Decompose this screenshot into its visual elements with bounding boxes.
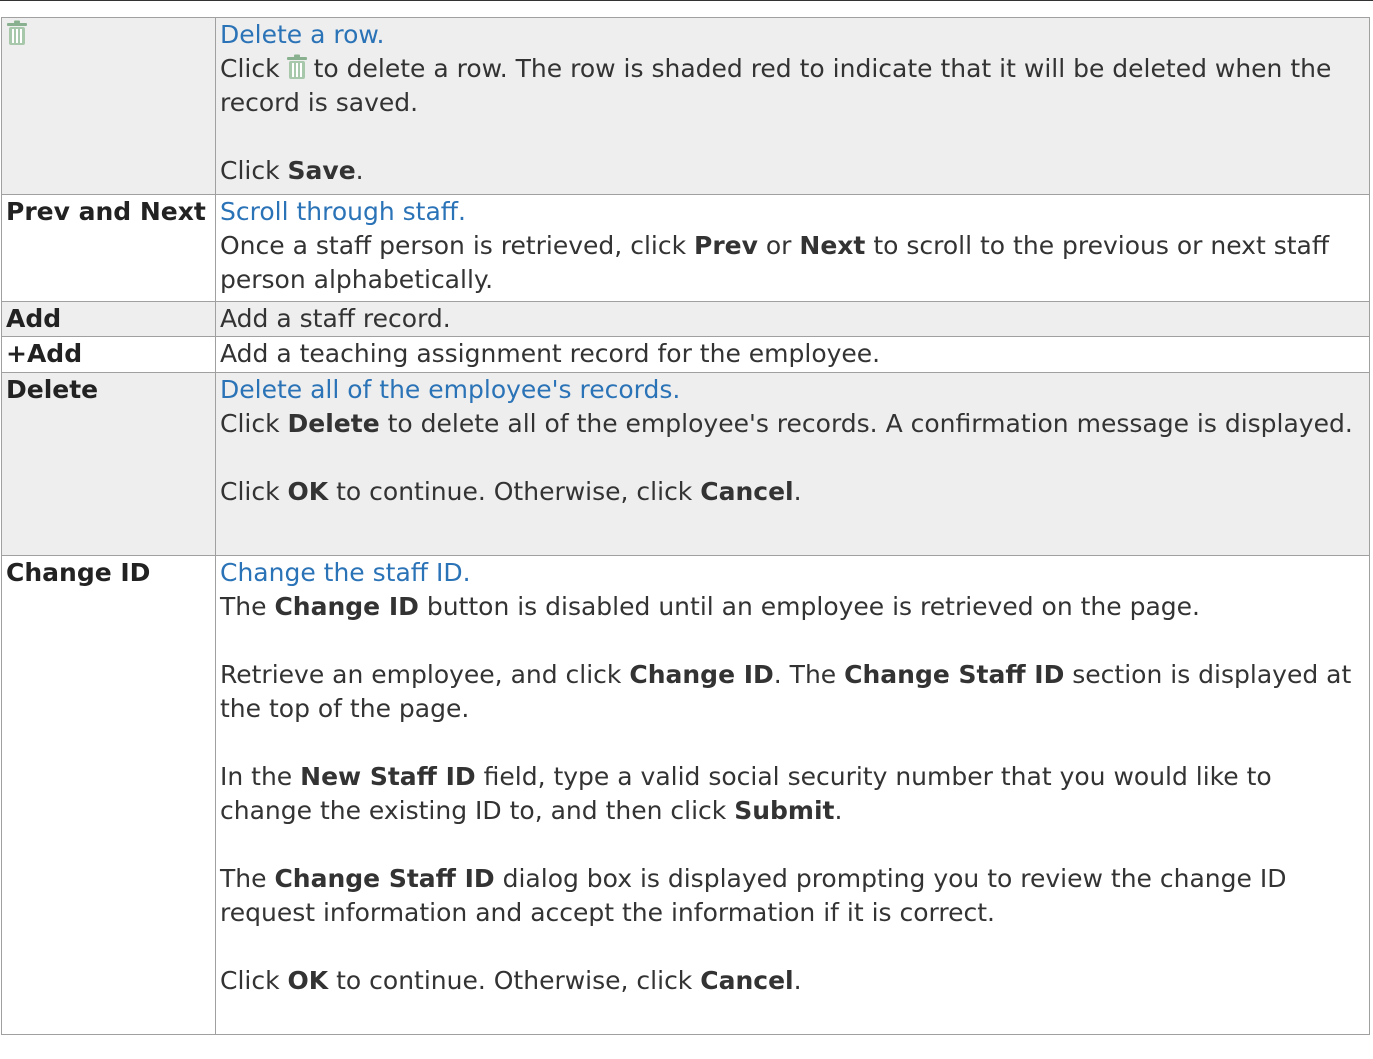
description-paragraph: Retrieve an employee, and click Change I… (220, 660, 1352, 723)
description-paragraph: In the New Staff ID field, type a valid … (220, 762, 1272, 825)
table-row-delete: Delete Delete all of the employee's reco… (1, 372, 1370, 556)
description-paragraph: Click OK to continue. Otherwise, click C… (220, 477, 802, 506)
delete-all-records-link[interactable]: Delete all of the employee's records. (220, 373, 1365, 407)
table-row-delete-row: Delete a row. Click to delete a row. The… (1, 17, 1370, 195)
table-row-add: Add Add a staff record. (1, 301, 1370, 337)
change-staff-id-link[interactable]: Change the staff ID. (220, 556, 1365, 590)
description-paragraph: The Change Staff ID dialog box is displa… (220, 864, 1287, 927)
table-row-plus-add: +Add Add a teaching assignment record fo… (1, 336, 1370, 373)
trash-icon (286, 54, 307, 79)
description-paragraph: Click to delete a row. The row is shaded… (220, 54, 1332, 117)
row-label-cell: Add (1, 301, 216, 337)
row-description-cell: Delete a row. Click to delete a row. The… (215, 17, 1370, 195)
description-paragraph: Click Save. (220, 156, 364, 185)
row-label-cell (1, 17, 216, 195)
delete-a-row-link[interactable]: Delete a row. (220, 18, 1365, 52)
row-label-cell: Change ID (1, 555, 216, 1035)
table-row-prev-next: Prev and Next Scroll through staff. Once… (1, 194, 1370, 302)
button-reference-table: Delete a row. Click to delete a row. The… (1, 17, 1370, 1035)
row-label-cell: Prev and Next (1, 194, 216, 302)
description-paragraph: The Change ID button is disabled until a… (220, 592, 1200, 621)
table-row-change-id: Change ID Change the staff ID. The Chang… (1, 555, 1370, 1035)
row-label-cell: Delete (1, 372, 216, 556)
scroll-through-staff-link[interactable]: Scroll through staff. (220, 195, 1365, 229)
top-divider (0, 0, 1373, 1)
row-description-cell: Add a staff record. (215, 301, 1370, 337)
description-paragraph: Click Delete to delete all of the employ… (220, 409, 1353, 438)
row-description-cell: Change the staff ID. The Change ID butto… (215, 555, 1370, 1035)
row-description-cell: Scroll through staff. Once a staff perso… (215, 194, 1370, 302)
row-description-cell: Delete all of the employee's records. Cl… (215, 372, 1370, 556)
trash-icon (7, 20, 27, 45)
description-paragraph: Click OK to continue. Otherwise, click C… (220, 966, 802, 995)
description-paragraph: Once a staff person is retrieved, click … (220, 231, 1330, 294)
row-description-cell: Add a teaching assignment record for the… (215, 336, 1370, 373)
row-label-cell: +Add (1, 336, 216, 373)
